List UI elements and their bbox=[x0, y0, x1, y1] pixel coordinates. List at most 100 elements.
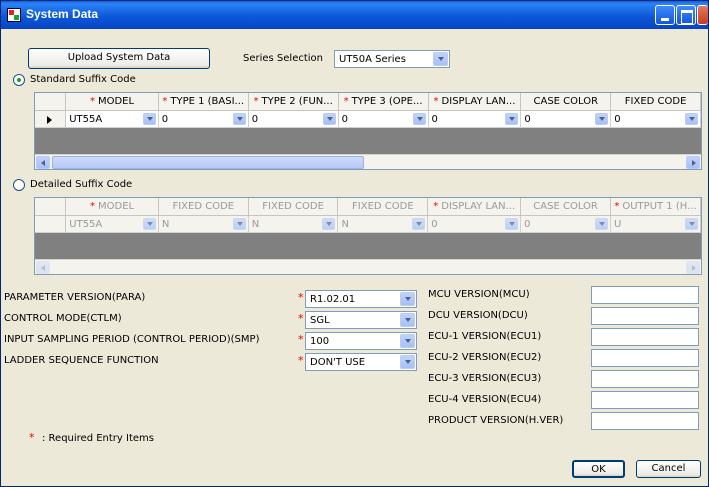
horizontal-scrollbar[interactable] bbox=[35, 154, 701, 169]
column-header[interactable]: FIXED CODE bbox=[158, 198, 249, 216]
column-header[interactable]: CASE COLOR bbox=[520, 198, 611, 216]
column-header[interactable]: * MODEL bbox=[65, 93, 159, 111]
column-header-label: FIXED CODE bbox=[352, 200, 414, 212]
version-field[interactable] bbox=[591, 349, 699, 367]
grid-cell-dropdown[interactable]: N bbox=[158, 215, 249, 233]
cell-value: UT55A bbox=[69, 218, 103, 230]
required-mark: * bbox=[433, 200, 439, 212]
chevron-down-icon bbox=[400, 313, 415, 327]
column-header[interactable]: CASE COLOR bbox=[520, 93, 612, 111]
column-header-label: CASE COLOR bbox=[533, 95, 599, 107]
parameter-dropdown[interactable]: DON'T USE bbox=[305, 353, 417, 371]
detailed-suffix-radio[interactable] bbox=[13, 179, 25, 191]
required-mark: * bbox=[433, 95, 439, 107]
version-field[interactable] bbox=[591, 328, 699, 346]
cancel-button[interactable]: Cancel bbox=[636, 460, 701, 478]
version-label: ECU-4 VERSION(ECU4) bbox=[428, 394, 542, 405]
version-label: ECU-3 VERSION(ECU3) bbox=[428, 373, 542, 384]
grid-cell-dropdown[interactable]: 0 bbox=[520, 110, 612, 128]
column-header[interactable]: FIXED CODE bbox=[610, 93, 701, 111]
system-data-window: System Data Upload System Data Series Se… bbox=[0, 0, 709, 487]
detailed-suffix-grid[interactable]: * MODEL FIXED CODE FIXED CODE FIXED CODE * DIS… bbox=[34, 197, 702, 275]
parameter-dropdown[interactable]: R1.02.01 bbox=[305, 290, 417, 308]
grid-cell-dropdown[interactable]: 0 bbox=[427, 215, 522, 233]
chevron-down-icon bbox=[433, 52, 448, 66]
chevron-down-icon bbox=[400, 334, 415, 348]
version-field[interactable] bbox=[591, 307, 699, 325]
chevron-down-icon bbox=[412, 217, 426, 230]
scroll-left-icon[interactable] bbox=[36, 156, 50, 169]
standard-suffix-radio[interactable] bbox=[13, 74, 25, 86]
column-header[interactable]: FIXED CODE bbox=[248, 198, 339, 216]
grid-cell-dropdown[interactable]: 0 bbox=[428, 110, 522, 128]
parameter-label: INPUT SAMPLING PERIOD (CONTROL PERIOD)(S… bbox=[4, 334, 260, 345]
scroll-right-icon[interactable] bbox=[686, 261, 700, 274]
table-row[interactable]: UT55A 0 0 0 0 0 0 bbox=[35, 110, 701, 128]
version-field[interactable] bbox=[591, 286, 699, 304]
minimize-button[interactable] bbox=[655, 5, 675, 25]
version-label: DCU VERSION(DCU) bbox=[428, 310, 528, 321]
version-field[interactable] bbox=[591, 391, 699, 409]
grid-cell-dropdown[interactable]: 0 bbox=[248, 110, 339, 128]
maximize-button[interactable] bbox=[676, 5, 696, 25]
standard-suffix-label: Standard Suffix Code bbox=[30, 74, 136, 85]
close-button[interactable] bbox=[697, 5, 708, 25]
cell-value: 0 bbox=[431, 113, 438, 125]
column-header[interactable]: * DISPLAY LAN... bbox=[427, 198, 522, 216]
table-row[interactable]: UT55A N N N 0 0 U bbox=[35, 215, 701, 233]
column-header[interactable]: * TYPE 2 (FUN... bbox=[248, 93, 339, 111]
standard-suffix-grid[interactable]: * MODEL * TYPE 1 (BASI... * TYPE 2 (FUN... * TY… bbox=[34, 92, 702, 170]
column-header-label: TYPE 1 (BASI... bbox=[170, 95, 245, 107]
required-mark: * bbox=[253, 95, 259, 107]
parameter-dropdown[interactable]: SGL bbox=[305, 311, 417, 329]
window-title: System Data bbox=[26, 7, 99, 21]
required-mark: * bbox=[162, 95, 168, 107]
parameter-value: R1.02.01 bbox=[310, 294, 356, 305]
required-note: : Required Entry Items bbox=[42, 433, 154, 444]
column-header[interactable]: * TYPE 1 (BASI... bbox=[158, 93, 249, 111]
grid-cell-dropdown[interactable]: UT55A bbox=[65, 215, 159, 233]
scroll-left-icon[interactable] bbox=[36, 261, 50, 274]
column-header[interactable]: * OUTPUT 1 (H... bbox=[610, 198, 701, 216]
grid-cell-dropdown[interactable]: UT55A bbox=[65, 110, 159, 128]
version-field[interactable] bbox=[591, 370, 699, 388]
detailed-suffix-label: Detailed Suffix Code bbox=[30, 179, 133, 190]
grid-cell-dropdown[interactable]: 0 bbox=[520, 215, 611, 233]
ok-button[interactable]: OK bbox=[572, 460, 625, 478]
row-selector[interactable] bbox=[35, 215, 67, 233]
version-field[interactable] bbox=[591, 412, 699, 430]
grid-cell-dropdown[interactable]: 0 bbox=[158, 110, 249, 128]
column-header[interactable]: * DISPLAY LAN... bbox=[428, 93, 522, 111]
chevron-down-icon bbox=[595, 112, 609, 125]
grid-cell-dropdown[interactable]: N bbox=[337, 215, 429, 233]
app-icon bbox=[7, 8, 21, 22]
chevron-down-icon bbox=[400, 355, 415, 369]
column-header-label: OUTPUT 1 (H... bbox=[622, 200, 697, 212]
column-header-label: MODEL bbox=[98, 200, 135, 212]
grid-cell-dropdown[interactable]: 0 bbox=[610, 110, 701, 128]
cell-value: N bbox=[341, 218, 349, 230]
title-bar[interactable]: System Data bbox=[1, 1, 708, 29]
grid-cell-dropdown[interactable]: 0 bbox=[338, 110, 429, 128]
scroll-thumb[interactable] bbox=[52, 156, 364, 169]
row-selector[interactable] bbox=[35, 110, 67, 128]
parameter-value: 100 bbox=[310, 336, 330, 347]
scroll-right-icon[interactable] bbox=[686, 156, 700, 169]
row-header-corner bbox=[35, 198, 67, 216]
cell-value: 0 bbox=[524, 218, 531, 230]
required-mark: * bbox=[343, 95, 349, 107]
version-label: MCU VERSION(MCU) bbox=[428, 289, 530, 300]
horizontal-scrollbar[interactable] bbox=[35, 259, 701, 274]
column-header[interactable]: FIXED CODE bbox=[337, 198, 429, 216]
series-selection-dropdown[interactable]: UT50A Series bbox=[334, 50, 450, 68]
upload-system-data-button[interactable]: Upload System Data bbox=[28, 48, 210, 69]
parameter-label: LADDER SEQUENCE FUNCTION bbox=[4, 355, 159, 366]
column-header[interactable]: * MODEL bbox=[65, 198, 159, 216]
column-header[interactable]: * TYPE 3 (OPE... bbox=[338, 93, 429, 111]
grid-cell-dropdown[interactable]: N bbox=[248, 215, 339, 233]
current-row-arrow-icon bbox=[47, 115, 52, 124]
required-mark: * bbox=[614, 200, 620, 212]
parameter-dropdown[interactable]: 100 bbox=[305, 332, 417, 350]
chevron-down-icon bbox=[400, 292, 415, 306]
grid-cell-dropdown[interactable]: U bbox=[610, 215, 701, 233]
